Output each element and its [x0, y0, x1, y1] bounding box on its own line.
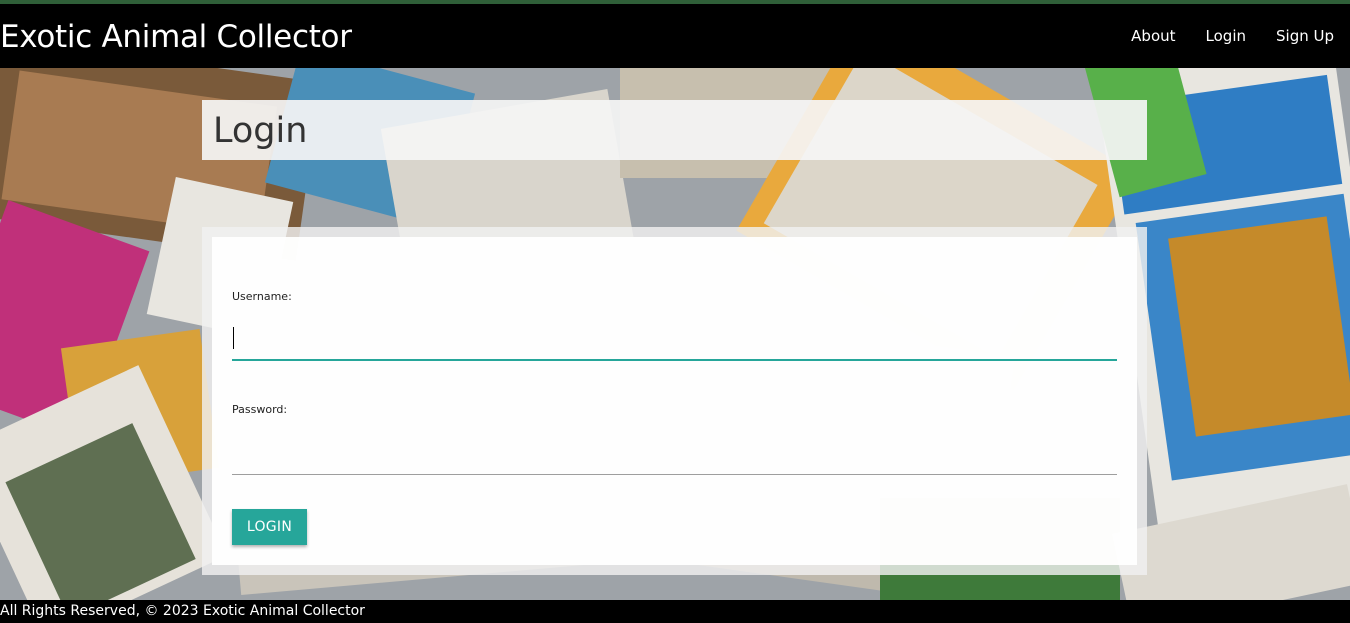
brand-title[interactable]: Exotic Animal Collector — [0, 17, 352, 57]
password-label: Password: — [232, 403, 288, 416]
nav-link-login[interactable]: Login — [1206, 24, 1246, 48]
page-title: Login — [213, 111, 308, 151]
navbar: Exotic Animal Collector About Login Sign… — [0, 4, 1350, 68]
login-form: Username: Password: LOGIN — [212, 237, 1137, 565]
login-button[interactable]: LOGIN — [232, 509, 307, 545]
footer: All Rights Reserved, © 2023 Exotic Anima… — [0, 600, 1350, 623]
password-input[interactable] — [232, 435, 1117, 475]
nav-link-sign-up[interactable]: Sign Up — [1276, 24, 1334, 48]
page-heading-panel: Login — [202, 100, 1147, 160]
nav-links: About Login Sign Up — [1131, 24, 1334, 48]
footer-copyright: All Rights Reserved, © 2023 Exotic Anima… — [0, 603, 365, 619]
nav-link-about[interactable]: About — [1131, 24, 1175, 48]
text-caret — [233, 327, 234, 349]
username-label: Username: — [232, 290, 292, 303]
username-input[interactable] — [232, 321, 1117, 361]
